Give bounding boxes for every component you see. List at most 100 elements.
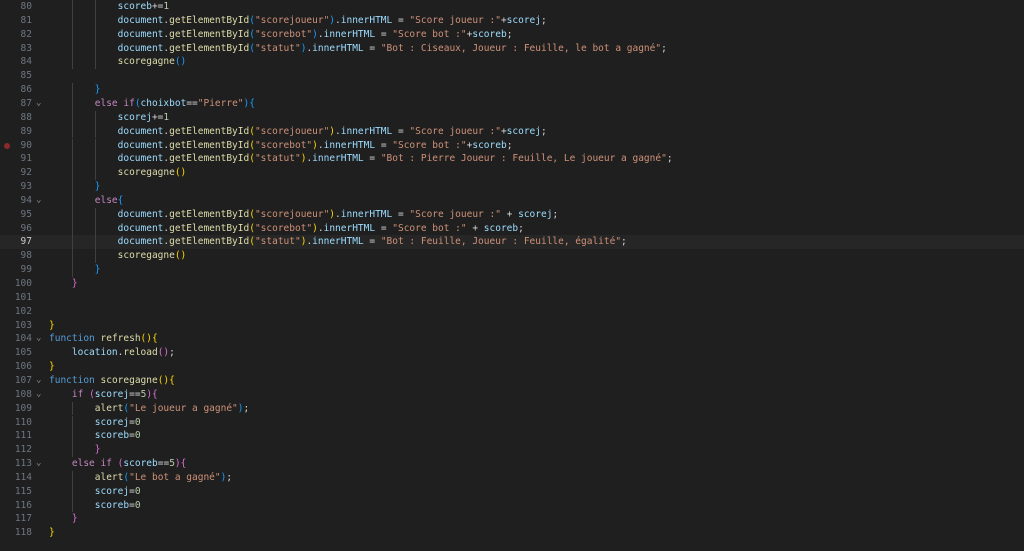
code-token: ; xyxy=(518,222,524,234)
code-token: getElementById xyxy=(169,153,250,165)
code-text: document.getElementById("statut").innerH… xyxy=(118,152,673,166)
line-number: 106 xyxy=(14,361,32,373)
code-line[interactable]: 110 scorej=0 xyxy=(0,415,1024,430)
code-line[interactable]: 95 document.getElementById("scorejoueur")… xyxy=(0,207,1024,222)
code-text: scoregagne() xyxy=(118,55,187,69)
indent-guide xyxy=(94,0,96,14)
indent-guide xyxy=(71,193,73,208)
code-line[interactable]: 84 scoregagne() xyxy=(0,55,1024,70)
line-number: 115 xyxy=(14,485,32,497)
line-number: 112 xyxy=(14,444,32,456)
code-text: scoreb+=1 xyxy=(118,0,170,14)
code-line[interactable]: 80 scoreb+=1 xyxy=(0,0,1024,14)
fold-chevron-icon[interactable]: ⌄ xyxy=(36,194,41,208)
code-token: scorej xyxy=(506,125,541,137)
code-text: } xyxy=(95,443,101,457)
fold-chevron-icon[interactable]: ⌄ xyxy=(36,332,41,346)
indent-guide xyxy=(71,221,73,236)
code-line[interactable]: 117} xyxy=(0,512,1024,526)
code-line[interactable]: 98 scoregagne() xyxy=(0,249,1024,264)
indent-guide xyxy=(94,249,96,264)
code-text: alert("Le bot a gagné"); xyxy=(95,471,232,485)
code-token: "scorebot" xyxy=(254,28,313,40)
line-number: 93 xyxy=(20,181,32,193)
code-line[interactable]: 89 document.getElementById("scorejoueur")… xyxy=(0,124,1024,139)
code-line[interactable]: 100} xyxy=(0,277,1024,291)
fold-chevron-icon[interactable]: ⌄ xyxy=(36,374,41,388)
code-line[interactable]: 92 scoregagne() xyxy=(0,166,1024,181)
code-line[interactable]: 104 ⌄ function refresh(){ xyxy=(0,332,1024,346)
code-editor[interactable]: 80 scoreb+=1 81 document.getElementById("sc… xyxy=(0,0,1024,551)
code-line[interactable]: 81 document.getElementById("scorejoueur")… xyxy=(0,13,1024,28)
code-token: "scorejoueur" xyxy=(254,208,330,220)
code-line[interactable]: 115 scorej=0 xyxy=(0,484,1024,499)
code-text: scorej+=1 xyxy=(118,111,170,125)
code-line[interactable]: 93} xyxy=(0,180,1024,194)
code-line[interactable]: 85 xyxy=(0,69,1024,83)
line-number: 99 xyxy=(20,264,32,276)
code-token: getElementById xyxy=(169,236,250,248)
code-token: scorej xyxy=(94,416,130,428)
code-token: document xyxy=(117,139,164,151)
code-token: "Bot : Pierre Joueur : Feuille, Le joueu… xyxy=(380,153,667,165)
code-line[interactable]: 118} xyxy=(0,526,1024,540)
code-line[interactable]: 88 scorej+=1 xyxy=(0,110,1024,125)
code-line[interactable]: 101 xyxy=(0,291,1024,305)
indent-guide xyxy=(71,235,73,250)
fold-chevron-icon[interactable]: ⌄ xyxy=(36,388,41,402)
code-token: innerHTML xyxy=(312,42,364,54)
code-line[interactable]: 116 scoreb=0 xyxy=(0,498,1024,513)
code-line[interactable]: 91 document.getElementById("statut").inne… xyxy=(0,152,1024,167)
code-line[interactable]: 108 ⌄ if (scorej==5){ xyxy=(0,388,1024,402)
line-number: 97 xyxy=(20,236,32,248)
code-line[interactable]: 87 ⌄ else if(choixbot=="Pierre"){ xyxy=(0,96,1024,111)
code-token: { xyxy=(249,97,255,109)
code-token: == xyxy=(186,97,198,109)
code-line[interactable]: 99} xyxy=(0,263,1024,277)
code-token: { xyxy=(169,374,175,386)
code-line[interactable]: 111 scoreb=0 xyxy=(0,429,1024,444)
code-token: ; xyxy=(621,236,627,248)
code-line[interactable]: 106} xyxy=(0,360,1024,374)
code-text: } xyxy=(49,526,55,540)
code-token: ; xyxy=(506,139,513,151)
code-token: scoreb xyxy=(483,222,519,234)
code-line[interactable]: 107 ⌄ function scoregagne(){ xyxy=(0,374,1024,388)
code-text: document.getElementById("scorebot").inne… xyxy=(118,222,524,236)
code-line[interactable]: 105 location.reload(); xyxy=(0,346,1024,360)
fold-chevron-icon[interactable]: ⌄ xyxy=(36,97,41,111)
code-token: innerHTML xyxy=(323,222,376,234)
code-token: getElementById xyxy=(169,208,250,220)
code-line[interactable]: 90 document.getElementById("scorebot").in… xyxy=(0,138,1024,153)
code-text: } xyxy=(95,180,101,194)
fold-chevron-icon[interactable]: ⌄ xyxy=(36,457,41,471)
indent-guide xyxy=(71,207,73,222)
code-line[interactable]: 112} xyxy=(0,443,1024,458)
code-token: "Score bot :" xyxy=(392,139,467,151)
code-line[interactable]: 82 document.getElementById("scorebot").in… xyxy=(0,27,1024,42)
code-token: "statut" xyxy=(254,42,301,54)
line-number: 103 xyxy=(14,319,32,331)
code-line[interactable]: 97 document.getElementById("statut").inne… xyxy=(0,235,1024,250)
line-number: 94 xyxy=(20,194,32,206)
code-line[interactable]: 102 xyxy=(0,305,1024,319)
code-token: "Le joueur a gagné" xyxy=(129,402,238,414)
code-line[interactable]: 109 alert("Le joueur a gagné"); xyxy=(0,401,1024,416)
code-line[interactable]: 83 document.getElementById("statut").inne… xyxy=(0,41,1024,56)
code-line[interactable]: 94 ⌄ else{ xyxy=(0,193,1024,208)
code-line[interactable]: 103} xyxy=(0,319,1024,333)
code-token: = xyxy=(392,208,410,220)
code-line[interactable]: 113 ⌄ else if (scoreb==5){ xyxy=(0,457,1024,471)
code-token: "Score bot :" xyxy=(392,222,467,234)
code-line[interactable]: 96 document.getElementById("scorebot").in… xyxy=(0,221,1024,236)
code-text: function refresh(){ xyxy=(49,332,158,346)
code-token: document xyxy=(117,42,164,54)
code-token: ; xyxy=(506,28,513,40)
line-number: 118 xyxy=(14,527,32,539)
code-text: scorej=0 xyxy=(95,416,141,430)
code-token: scoregagne xyxy=(117,56,175,68)
code-line[interactable]: 114 alert("Le bot a gagné"); xyxy=(0,470,1024,485)
code-token: ; xyxy=(226,471,233,483)
code-line[interactable]: 86} xyxy=(0,83,1024,97)
line-number: 116 xyxy=(14,499,32,511)
